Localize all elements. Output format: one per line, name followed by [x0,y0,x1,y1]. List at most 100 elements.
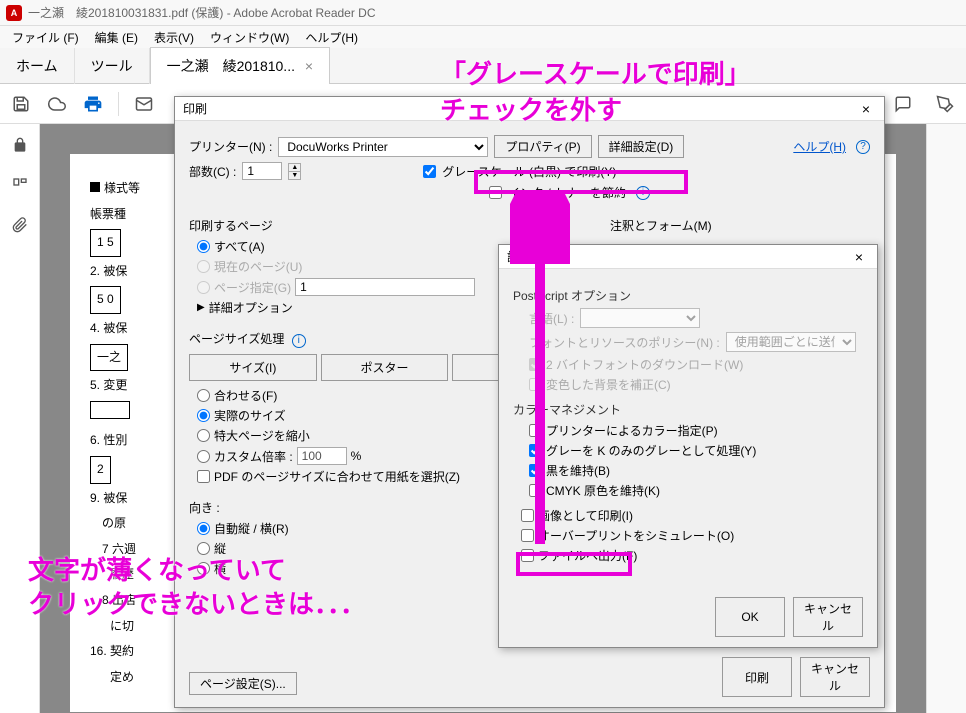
shrink-label: 特大ページを縮小 [214,427,310,444]
to-file-checkbox[interactable] [521,549,534,562]
paper-source-label: PDF のページサイズに合わせて用紙を選択(Z) [214,468,460,485]
save-icon[interactable] [10,93,32,115]
copies-down[interactable]: ▼ [289,172,300,179]
doc-text: 7 六週 [102,542,136,556]
doc-text: 2. 被保 [90,264,127,278]
right-sidebar [926,124,966,713]
doc-text: 定め [110,670,134,684]
menu-edit[interactable]: 編集 (E) [87,27,146,48]
bg-correct-checkbox [529,378,542,391]
comment-icon[interactable] [892,93,914,115]
shrink-radio[interactable] [197,429,210,442]
doc-cell [90,401,130,419]
dl-font-label: 2 バイトフォントのダウンロード(W) [546,356,743,373]
ok-button[interactable]: OK [715,597,785,637]
properties-button[interactable]: プロパティ(P) [494,135,591,158]
advanced-dialog-titlebar[interactable]: 詳細 × [499,245,877,269]
tab-document[interactable]: 一之瀬 綾201810... × [150,47,330,84]
orient-auto-label: 自動縦 / 横(R) [214,520,289,537]
doc-text: 9. 被保 [90,491,127,505]
keep-black-checkbox[interactable] [529,464,542,477]
advanced-dialog-title: 詳細 [507,248,531,265]
ink-saver-label: インク / トナーを節約 [508,184,626,201]
tab-home[interactable]: ホーム [0,48,75,84]
doc-cell: 一之 [90,344,128,372]
printer-color-checkbox[interactable] [529,424,542,437]
menu-help[interactable]: ヘルプ(H) [297,27,366,48]
orient-auto-radio[interactable] [197,522,210,535]
print-button[interactable]: 印刷 [722,657,792,697]
overprint-label: オーバープリントをシミュレート(O) [538,527,734,544]
orient-portrait-label: 縦 [214,540,226,557]
pages-all-label: すべて(A) [214,238,265,255]
menu-view[interactable]: 表示(V) [146,27,202,48]
custom-label: カスタム倍率 : [214,448,293,465]
actual-radio[interactable] [197,409,210,422]
help-link[interactable]: ヘルプ(H) [793,138,846,155]
mail-icon[interactable] [133,93,155,115]
paper-source-checkbox[interactable] [197,470,210,483]
advanced-dialog: 詳細 × PostScript オプション 言語(L) : フォントとリソースの… [498,244,878,648]
doc-text: 履歴 [110,567,134,581]
sign-icon[interactable] [934,93,956,115]
custom-radio[interactable] [197,450,210,463]
close-icon[interactable]: × [856,101,876,117]
tab-poster[interactable]: ポスター [321,354,449,381]
printer-label: プリンター(N) : [189,138,272,155]
doc-cell: 1 5 [90,229,121,257]
orient-landscape-label: 横 [214,560,226,577]
bg-correct-label: 変色した背景を補正(C) [546,376,671,393]
grayscale-label: グレースケール (白黒) で印刷(Y) [442,163,616,180]
lang-select [580,308,700,328]
page-setup-button[interactable]: ページ設定(S)... [189,672,297,695]
pages-current-radio [197,260,210,273]
copies-input[interactable] [242,162,282,180]
tab-document-label: 一之瀬 綾201810... [167,58,295,74]
cancel-button[interactable]: キャンセル [800,657,870,697]
help-icon[interactable]: i [636,186,650,200]
orient-portrait-radio[interactable] [197,542,210,555]
cancel-button[interactable]: キャンセル [793,597,863,637]
comments-label: 注釈とフォーム(M) [610,217,870,234]
pages-range-radio [197,281,210,294]
gray-k-checkbox[interactable] [529,444,542,457]
actual-label: 実際のサイズ [214,407,286,424]
doc-text: 帳票種 [90,207,126,221]
doc-text: 4. 被保 [90,321,127,335]
ink-saver-checkbox[interactable] [489,186,502,199]
grayscale-checkbox[interactable] [423,165,436,178]
tab-tools[interactable]: ツール [75,48,150,84]
print-dialog-titlebar[interactable]: 印刷 × [175,97,884,121]
close-icon[interactable]: × [849,249,869,265]
pages-current-label: 現在のページ(U) [214,258,302,275]
doc-text: 5. 変更 [90,378,127,392]
cloud-icon[interactable] [46,93,68,115]
help-icon[interactable]: i [292,334,306,348]
tab-size[interactable]: サイズ(I) [189,354,317,381]
pages-title: 印刷するページ [189,217,580,234]
gray-k-label: グレーを K のみのグレーとして処理(Y) [546,442,756,459]
pages-all-radio[interactable] [197,240,210,253]
doc-text: 6. 性別 [90,433,127,447]
tab-close-icon[interactable]: × [305,58,313,74]
advanced-button[interactable]: 詳細設定(D) [598,135,685,158]
attachment-icon[interactable] [9,214,31,236]
keep-cmyk-checkbox[interactable] [529,484,542,497]
overprint-checkbox[interactable] [521,529,534,542]
menu-file[interactable]: ファイル (F) [4,27,87,48]
help-icon[interactable]: ? [856,140,870,154]
doc-text: 16. 契約 [90,644,134,658]
menu-window[interactable]: ウィンドウ(W) [202,27,297,48]
thumbnails-icon[interactable] [9,174,31,196]
print-as-image-checkbox[interactable] [521,509,534,522]
orient-landscape-radio[interactable] [197,562,210,575]
pages-more-label[interactable]: 詳細オプション [209,299,293,316]
doc-cell: 2 [90,456,111,484]
pages-range-input[interactable] [295,278,475,296]
print-icon[interactable] [82,93,104,115]
lock-icon[interactable] [9,134,31,156]
printer-select[interactable]: DocuWorks Printer [278,137,488,157]
fit-radio[interactable] [197,389,210,402]
fit-label: 合わせる(F) [214,387,277,404]
copies-up[interactable]: ▲ [289,164,300,172]
